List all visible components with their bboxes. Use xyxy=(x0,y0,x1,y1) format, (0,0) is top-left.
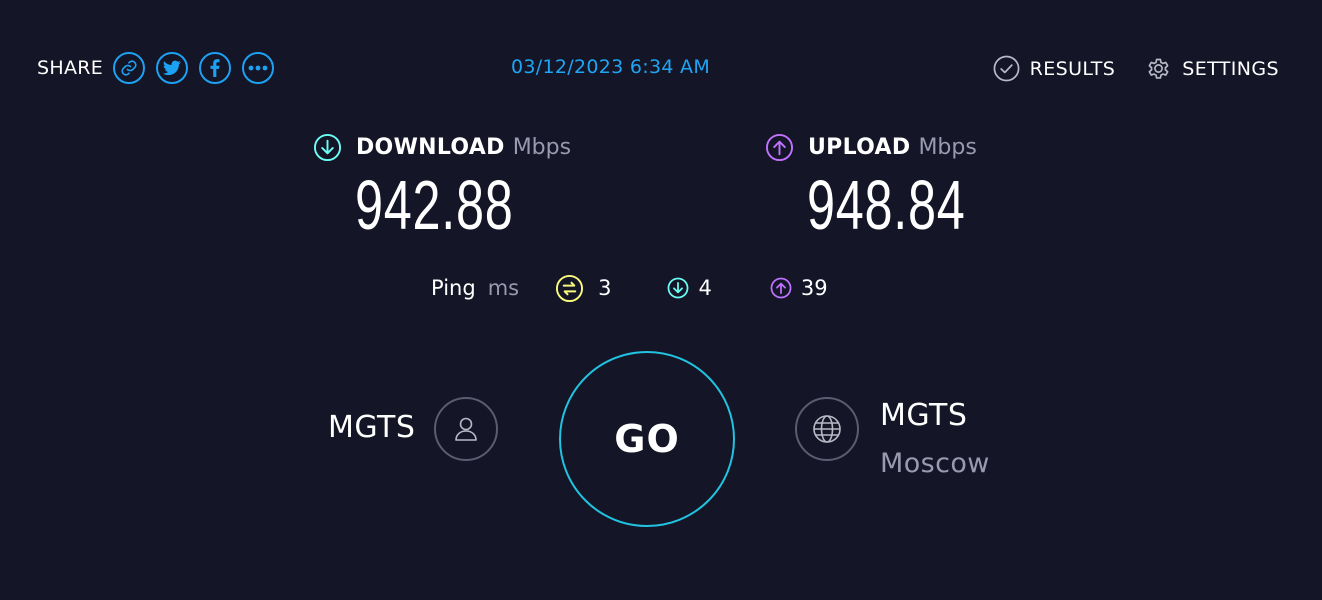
share-more-button[interactable] xyxy=(242,52,275,84)
isp-name: MGTS xyxy=(328,410,416,445)
share-link-button[interactable] xyxy=(113,52,146,84)
server-globe-button[interactable] xyxy=(795,397,859,461)
server-name[interactable]: MGTS xyxy=(880,398,967,433)
ping-unit: ms xyxy=(487,276,520,300)
download-metric: DOWNLOAD Mbps 942.88 xyxy=(313,132,575,245)
go-button[interactable]: GO xyxy=(559,351,735,527)
top-actions: RESULTS SETTINGS xyxy=(993,55,1279,82)
idle-latency-icon xyxy=(555,274,584,303)
facebook-icon xyxy=(210,59,220,77)
download-title: DOWNLOAD xyxy=(356,134,505,160)
upload-arrow-icon xyxy=(765,133,794,162)
upload-speed-value: 948.84 xyxy=(807,166,966,244)
share-twitter-button[interactable] xyxy=(156,52,189,84)
gear-icon xyxy=(1145,55,1172,82)
globe-icon xyxy=(813,415,841,443)
upload-header: UPLOAD Mbps xyxy=(765,132,1027,162)
ping-label: Ping xyxy=(431,276,476,300)
check-circle-icon xyxy=(993,55,1020,82)
results-button[interactable]: RESULTS xyxy=(993,55,1116,82)
download-unit: Mbps xyxy=(512,134,572,160)
download-latency-icon xyxy=(667,277,689,299)
test-timestamp: 03/12/2023 6:34 AM xyxy=(511,56,711,78)
go-label: GO xyxy=(614,417,680,461)
user-avatar xyxy=(434,397,498,461)
ping-idle-latency[interactable]: 3 xyxy=(555,274,611,303)
twitter-icon xyxy=(163,60,181,76)
upload-unit: Mbps xyxy=(918,134,977,160)
ping-download-latency[interactable]: 4 xyxy=(667,276,712,300)
share-label: SHARE xyxy=(37,57,104,79)
upload-title: UPLOAD xyxy=(808,134,911,160)
ping-idle-value: 3 xyxy=(598,276,612,300)
download-speed-value: 942.88 xyxy=(355,166,514,244)
upload-metric: UPLOAD Mbps 948.84 xyxy=(765,132,1027,245)
upload-latency-icon xyxy=(770,277,792,299)
share-facebook-button[interactable] xyxy=(199,52,232,84)
user-icon xyxy=(455,417,477,441)
settings-button[interactable]: SETTINGS xyxy=(1145,55,1279,82)
link-icon xyxy=(121,60,137,76)
results-label: RESULTS xyxy=(1029,57,1116,80)
ping-download-value: 4 xyxy=(698,276,712,300)
ping-upload-value: 39 xyxy=(800,276,828,300)
speedtest-page: SHARE 03/12/2023 6:34 AM RESULTS SETTING… xyxy=(0,0,1322,600)
more-icon xyxy=(248,65,268,71)
download-arrow-icon xyxy=(313,133,342,162)
server-location[interactable]: Moscow xyxy=(880,448,990,479)
share-bar: SHARE xyxy=(37,50,275,86)
download-header: DOWNLOAD Mbps xyxy=(313,132,575,162)
settings-label: SETTINGS xyxy=(1182,57,1279,80)
ping-upload-latency[interactable]: 39 xyxy=(770,276,828,300)
ping-row: Ping ms 3 4 39 xyxy=(431,272,828,304)
